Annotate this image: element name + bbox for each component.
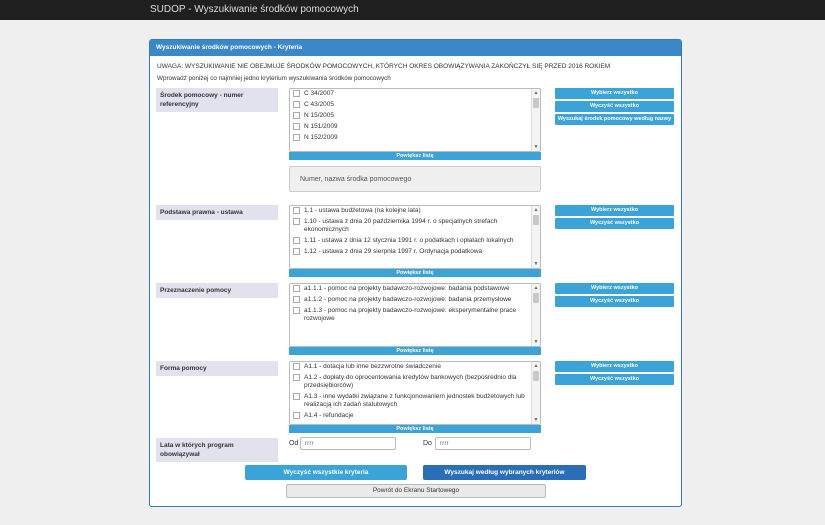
aid-purpose-listbox[interactable]: a1.1.1 - pomoc na projekty badawczo-rozw… [289, 283, 541, 347]
expand-list-button[interactable]: Powiększ listę [289, 269, 541, 277]
scroll-thumb[interactable] [533, 293, 539, 303]
list-item[interactable]: N 15/2005 [290, 111, 540, 122]
checkbox[interactable] [293, 363, 300, 370]
year-to-label: Do [423, 440, 432, 447]
scroll-down-icon[interactable]: ▼ [532, 338, 540, 346]
scrollbar[interactable]: ▲ ▼ [531, 362, 540, 424]
checkbox[interactable] [293, 237, 300, 244]
list-item[interactable]: N 151/2009 [290, 122, 540, 133]
checkbox[interactable] [293, 248, 300, 255]
aid-name-search-input[interactable]: Numer, nazwa środka pomocowego [289, 166, 541, 192]
select-all-button[interactable]: Wybierz wszystko [555, 205, 674, 216]
list-item[interactable]: 1.11 - ustawa z dnia 12 stycznia 1991 r.… [290, 236, 540, 247]
list-item[interactable]: N 152/2009 [290, 133, 540, 144]
top-navbar: SUDOP - Wyszukiwanie środków pomocowych [0, 0, 825, 20]
list-item[interactable]: A1.2 - dopłaty do oprocentowania kredytó… [290, 373, 540, 392]
select-all-button[interactable]: Wybierz wszystko [555, 361, 674, 372]
clear-all-button[interactable]: Wyczyść wszystko [555, 296, 674, 307]
scrollbar[interactable]: ▲ ▼ [531, 89, 540, 151]
list-item[interactable]: a1.1.2 - pomoc na projekty badawczo-rozw… [290, 295, 540, 306]
aid-form-listbox[interactable]: A1.1 - dotacja lub inne bezzwrotne świad… [289, 361, 541, 425]
expand-list-button[interactable]: Powiększ listę [289, 347, 541, 355]
checkbox[interactable] [293, 393, 300, 400]
checkbox[interactable] [293, 296, 300, 303]
clear-all-button[interactable]: Wyczyść wszystko [555, 374, 674, 385]
checkbox[interactable] [293, 134, 300, 141]
scroll-up-icon[interactable]: ▲ [532, 89, 540, 97]
list-item[interactable]: A1.1 - dotacja lub inne bezzwrotne świad… [290, 362, 540, 373]
list-item[interactable]: 1.1 - ustawa budżetowa (na kolejne lata) [290, 206, 540, 217]
checkbox[interactable] [293, 112, 300, 119]
list-item[interactable]: C 43/2005 [290, 100, 540, 111]
scroll-up-icon[interactable]: ▲ [532, 284, 540, 292]
clear-all-criteria-button[interactable]: Wyczyść wszystkie kryteria [245, 465, 407, 480]
year-from-input[interactable] [300, 437, 396, 450]
year-from-label: Od [289, 440, 299, 447]
list-item[interactable]: a1.1.1 - pomoc na projekty badawczo-rozw… [290, 284, 540, 295]
app-title[interactable]: SUDOP - Wyszukiwanie środków pomocowych [150, 4, 359, 15]
list-item[interactable]: 1.10 - ustawa z dnia 20 października 199… [290, 217, 540, 236]
aid-form-label: Forma pomocy [156, 361, 278, 376]
scroll-thumb[interactable] [533, 98, 539, 108]
hint-text: Wprowadź poniżej co najmniej jedno kryte… [157, 75, 391, 82]
checkbox[interactable] [293, 285, 300, 292]
list-item[interactable]: A1.4 - refundacje [290, 411, 540, 422]
ref-number-listbox[interactable]: C 34/2007 C 43/2005 N 15/2005 N 151/2009… [289, 88, 541, 152]
expand-list-button[interactable]: Powiększ listę [289, 425, 541, 433]
scrollbar[interactable]: ▲ ▼ [531, 206, 540, 268]
scrollbar[interactable]: ▲ ▼ [531, 284, 540, 346]
select-all-button[interactable]: Wybierz wszystko [555, 88, 674, 99]
scroll-down-icon[interactable]: ▼ [532, 260, 540, 268]
notice-text: UWAGA: WYSZUKIWANIE NIE OBEJMUJE ŚRODKÓW… [157, 63, 611, 70]
checkbox[interactable] [293, 412, 300, 419]
clear-all-button[interactable]: Wyczyść wszystko [555, 101, 674, 112]
scroll-down-icon[interactable]: ▼ [532, 143, 540, 151]
legal-basis-listbox[interactable]: 1.1 - ustawa budżetowa (na kolejne lata)… [289, 205, 541, 269]
back-to-start-button[interactable]: Powrót do Ekranu Startowego [286, 484, 546, 498]
aid-purpose-label: Przeznaczenie pomocy [156, 283, 278, 298]
clear-all-button[interactable]: Wyczyść wszystko [555, 218, 674, 229]
search-button[interactable]: Wyszukaj według wybranych kryteriów [423, 465, 586, 480]
scroll-thumb[interactable] [533, 215, 539, 225]
scroll-up-icon[interactable]: ▲ [532, 206, 540, 214]
list-item[interactable]: a1.1.3 - pomoc na projekty badawczo-rozw… [290, 306, 540, 325]
list-item[interactable]: C 34/2007 [290, 89, 540, 100]
panel-heading: Wyszukiwanie środków pomocowych - Kryter… [150, 40, 681, 56]
legal-basis-label: Podstawa prawna - ustawa [156, 205, 278, 220]
checkbox[interactable] [293, 90, 300, 97]
checkbox[interactable] [293, 207, 300, 214]
checkbox[interactable] [293, 307, 300, 314]
year-to-input[interactable] [435, 437, 531, 450]
list-item[interactable]: 1.12 - ustawa z dnia 29 sierpnia 1997 r.… [290, 247, 540, 258]
scroll-up-icon[interactable]: ▲ [532, 362, 540, 370]
criteria-panel: Wyszukiwanie środków pomocowych - Kryter… [149, 39, 682, 507]
checkbox[interactable] [293, 218, 300, 225]
years-label: Lata w których program obowiązywał [156, 438, 278, 462]
list-item[interactable]: A1.3 - inne wydatki związane z funkcjono… [290, 392, 540, 411]
scroll-thumb[interactable] [533, 371, 539, 381]
checkbox[interactable] [293, 374, 300, 381]
checkbox[interactable] [293, 123, 300, 130]
scroll-down-icon[interactable]: ▼ [532, 416, 540, 424]
checkbox[interactable] [293, 101, 300, 108]
select-all-button[interactable]: Wybierz wszystko [555, 283, 674, 294]
search-by-name-button[interactable]: Wyszukaj środek pomocowy według nazwy [555, 114, 674, 125]
ref-number-label: Środek pomocowy - numer referencyjny [156, 88, 278, 112]
expand-list-button[interactable]: Powiększ listę [289, 152, 541, 160]
